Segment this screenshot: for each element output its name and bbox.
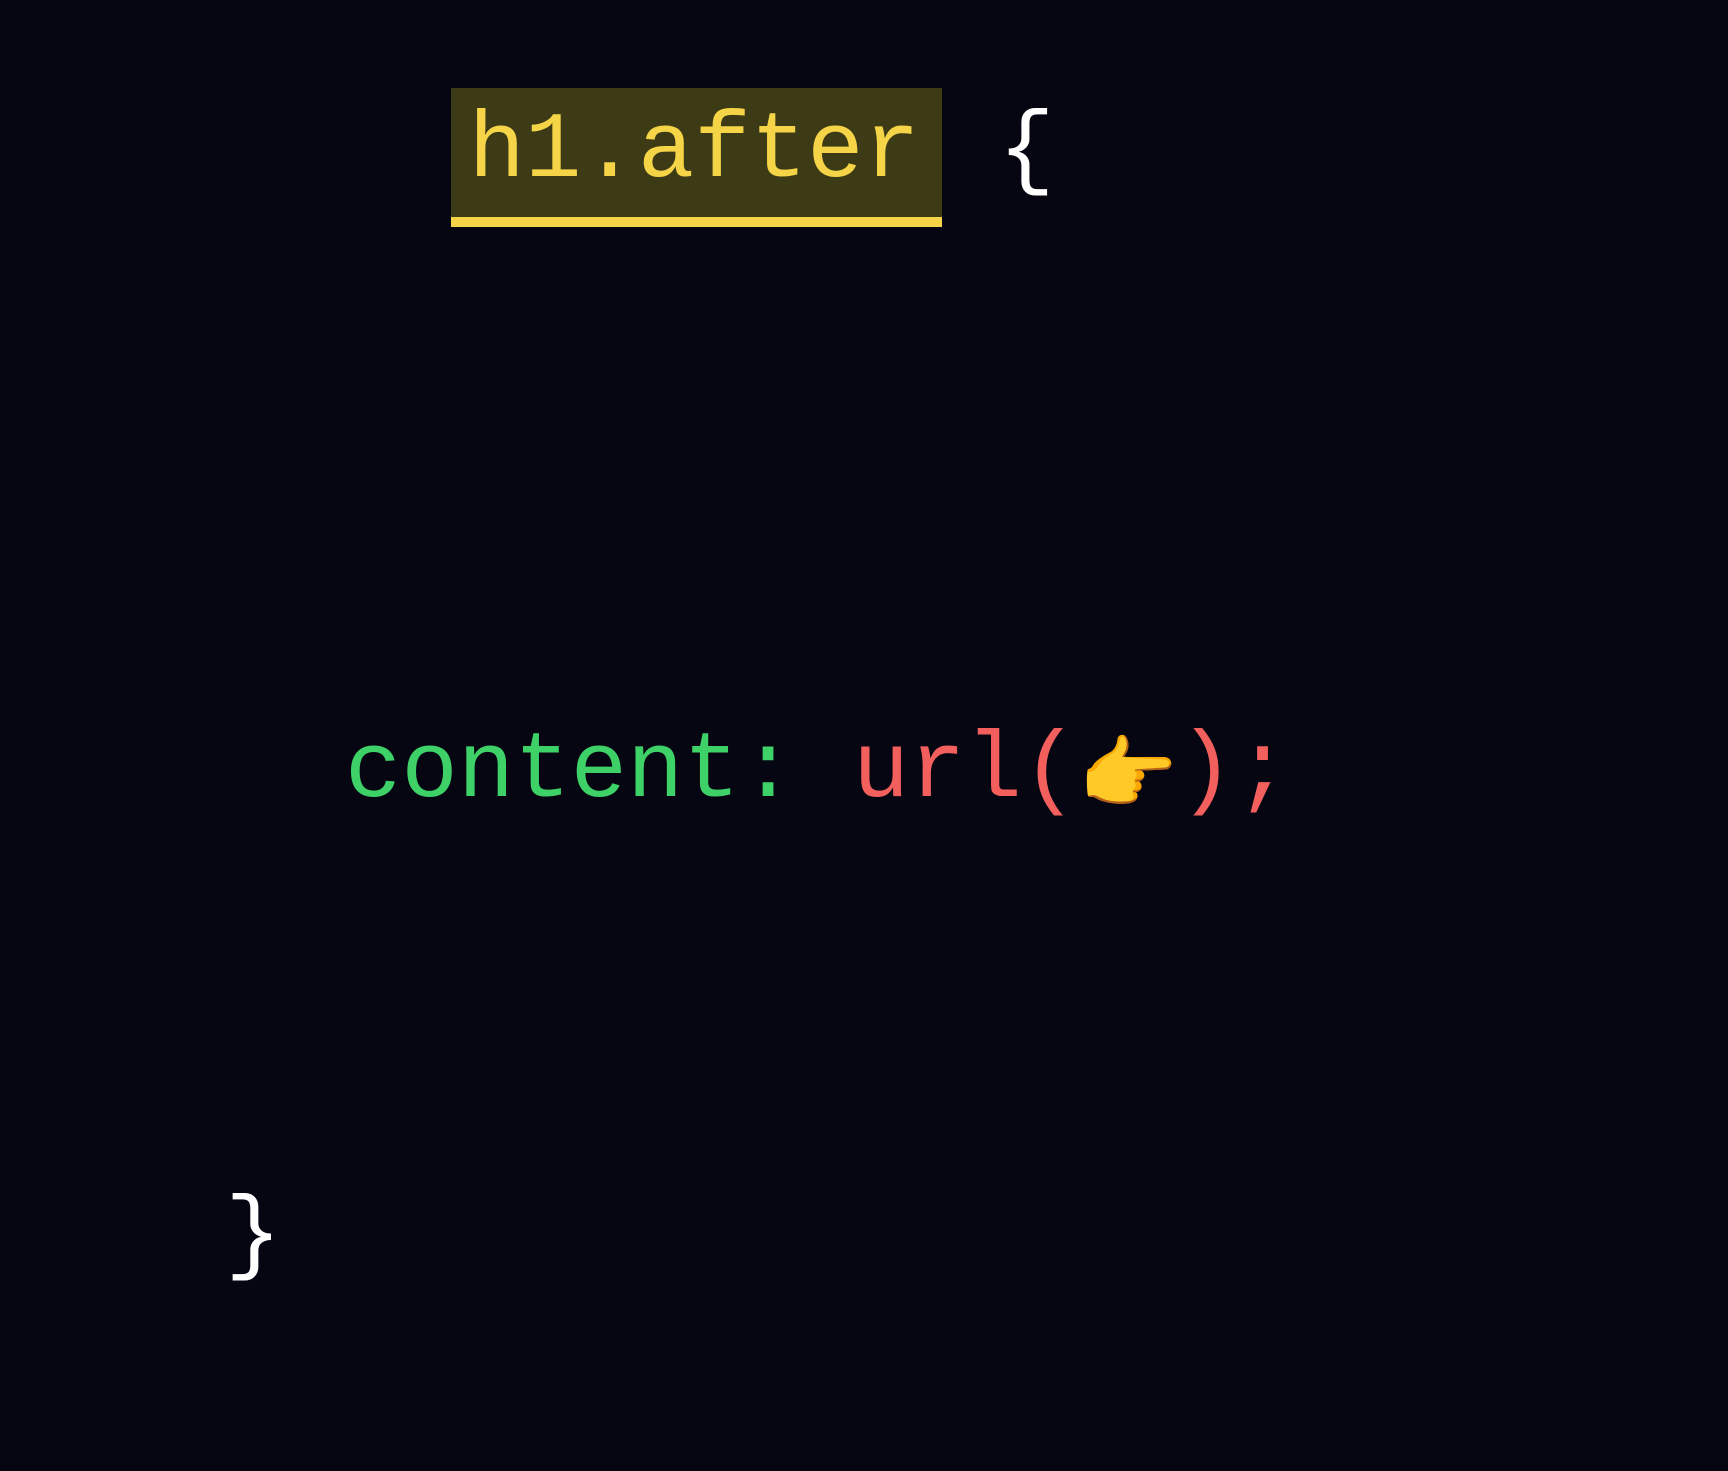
css-semicolon: ; [1234, 719, 1290, 825]
open-brace-char: { [998, 99, 1054, 205]
css-value-func-open: url( [853, 719, 1079, 825]
open-brace [942, 99, 998, 205]
code-line-2: content: url(👉); [225, 695, 1291, 850]
close-brace: } [225, 1184, 281, 1290]
css-selector-highlighted: h1.after [451, 88, 942, 228]
css-code-snippet: h1.after { content: url(👉); } [225, 0, 1291, 1471]
css-value-func-close: ) [1178, 719, 1234, 825]
css-property: content: [345, 719, 796, 825]
code-line-3: } [225, 1160, 1291, 1315]
code-line-1: h1.after { [225, 0, 1291, 385]
pointing-right-emoji-icon: 👉 [1078, 735, 1178, 826]
